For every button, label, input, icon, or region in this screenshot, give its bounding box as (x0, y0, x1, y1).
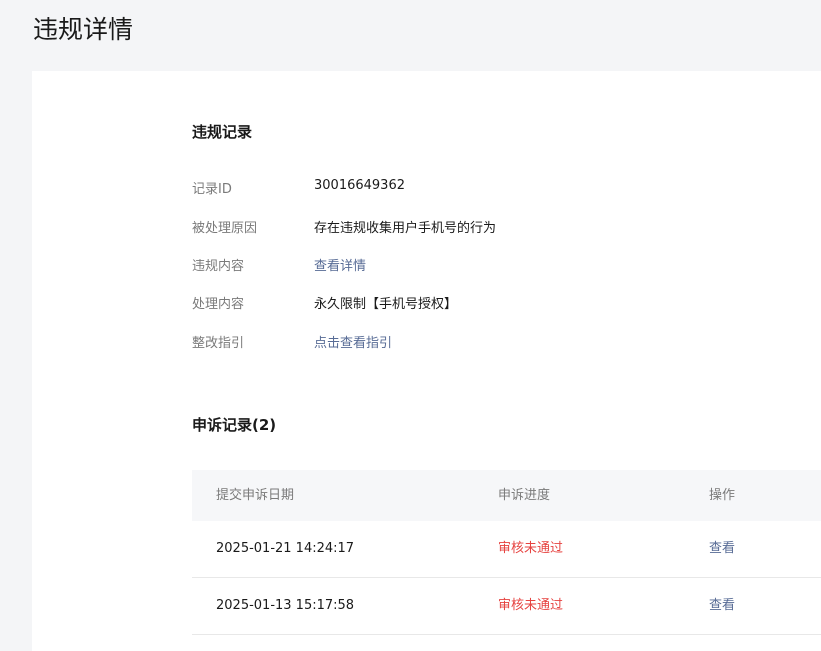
appeal-status: 审核未通过 (498, 541, 564, 556)
view-appeal-link[interactable]: 查看 (709, 521, 735, 577)
field-label: 整改指引 (192, 336, 245, 351)
table-header: 提交申诉日期 申诉进度 操作 (192, 470, 821, 521)
field-handling: 处理内容 永久限制【手机号授权】 (192, 293, 792, 315)
handling-value: 永久限制【手机号授权】 (314, 297, 458, 312)
view-appeal-link[interactable]: 查看 (709, 578, 735, 634)
appeal-date: 2025-01-13 15:17:58 (216, 598, 355, 613)
field-reason: 被处理原因 存在违规收集用户手机号的行为 (192, 217, 792, 239)
appeal-status: 审核未通过 (498, 598, 564, 613)
field-label: 被处理原因 (192, 221, 258, 236)
record-id-value: 30016649362 (314, 178, 405, 193)
violation-record-title: 违规记录 (192, 123, 253, 141)
table-row: 2025-01-13 15:17:58 审核未通过 查看 (192, 578, 821, 635)
field-label: 记录ID (192, 182, 232, 197)
column-header-status: 申诉进度 (498, 488, 551, 503)
appeal-date: 2025-01-21 14:24:17 (216, 541, 355, 556)
detail-card: 违规记录 记录ID 30016649362 被处理原因 存在违规收集用户手机号的… (32, 71, 821, 651)
page-title: 违规详情 (33, 15, 134, 44)
appeal-record-title: 申诉记录(2) (192, 416, 277, 434)
column-header-date: 提交申诉日期 (216, 488, 295, 503)
field-label: 处理内容 (192, 297, 245, 312)
appeal-table: 提交申诉日期 申诉进度 操作 2025-01-21 14:24:17 审核未通过… (192, 470, 821, 635)
table-row: 2025-01-21 14:24:17 审核未通过 查看 (192, 521, 821, 578)
column-header-action: 操作 (709, 488, 736, 503)
field-label: 违规内容 (192, 259, 245, 274)
field-record-id: 记录ID 30016649362 (192, 178, 792, 200)
field-violation-content: 违规内容 查看详情 (192, 255, 792, 277)
reason-value: 存在违规收集用户手机号的行为 (314, 221, 497, 236)
field-guide: 整改指引 点击查看指引 (192, 332, 792, 354)
view-guide-link[interactable]: 点击查看指引 (314, 332, 392, 351)
view-details-link[interactable]: 查看详情 (314, 255, 366, 274)
